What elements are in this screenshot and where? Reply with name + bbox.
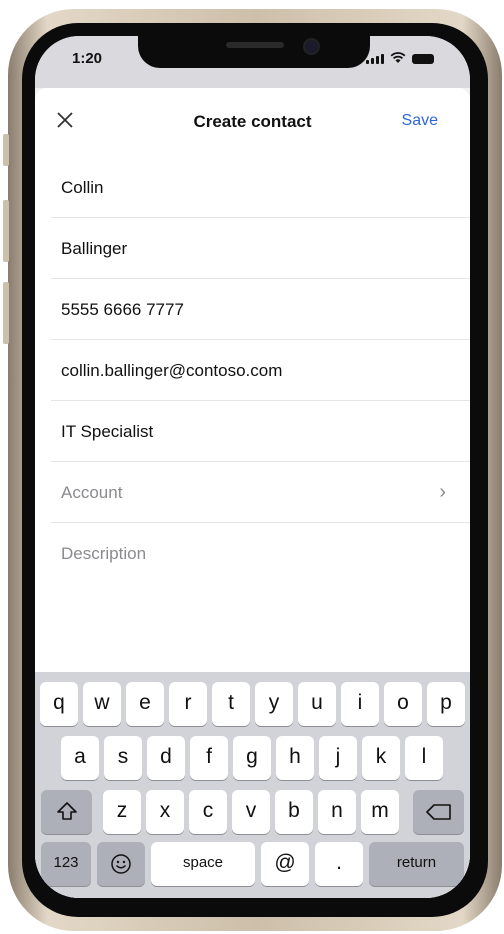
job-title-value: IT Specialist [61, 422, 154, 441]
shift-icon [56, 802, 77, 820]
battery-icon [412, 54, 434, 64]
signal-icon [366, 54, 384, 64]
status-icons [366, 52, 434, 64]
first-name-field[interactable]: Collin [51, 156, 470, 218]
key-x[interactable]: x [146, 790, 184, 834]
camera [303, 38, 320, 55]
key-g[interactable]: g [233, 736, 271, 780]
emoji-icon [111, 854, 131, 874]
key-d[interactable]: d [147, 736, 185, 780]
account-placeholder: Account [61, 483, 123, 502]
key-n[interactable]: n [318, 790, 356, 834]
key-i[interactable]: i [341, 682, 379, 726]
status-time: 1:20 [72, 50, 103, 67]
email-value: collin.ballinger@contoso.com [61, 361, 283, 380]
save-button[interactable]: Save [402, 112, 438, 130]
key-f[interactable]: f [190, 736, 228, 780]
status-bar: 1:20 [35, 36, 470, 88]
key-q[interactable]: q [40, 682, 78, 726]
key-u[interactable]: u [298, 682, 336, 726]
key-k[interactable]: k [362, 736, 400, 780]
job-title-field[interactable]: IT Specialist [51, 400, 470, 462]
key-e[interactable]: e [126, 682, 164, 726]
side-button [3, 282, 9, 344]
delete-key[interactable] [413, 790, 464, 834]
notch [138, 36, 370, 68]
chevron-right-icon: › [439, 481, 446, 503]
description-field[interactable]: Description [51, 522, 470, 642]
emoji-key[interactable] [97, 842, 145, 886]
dot-key[interactable]: . [315, 842, 363, 886]
speaker [226, 42, 284, 48]
last-name-value: Ballinger [61, 239, 128, 258]
space-key[interactable]: space [151, 842, 255, 886]
key-z[interactable]: z [103, 790, 141, 834]
email-field[interactable]: collin.ballinger@contoso.com [51, 339, 470, 401]
phone-field[interactable]: 5555 6666 7777 [51, 278, 470, 340]
delete-icon [425, 804, 451, 820]
phone-value: 5555 6666 7777 [61, 300, 184, 319]
last-name-field[interactable]: Ballinger [51, 217, 470, 279]
numbers-key[interactable]: 123 [41, 842, 91, 886]
key-j[interactable]: j [319, 736, 357, 780]
key-o[interactable]: o [384, 682, 422, 726]
side-button [3, 200, 9, 262]
first-name-value: Collin [61, 178, 104, 197]
account-field[interactable]: Account › [51, 461, 470, 523]
key-w[interactable]: w [83, 682, 121, 726]
description-placeholder: Description [61, 544, 147, 563]
return-key[interactable]: return [369, 842, 464, 886]
key-b[interactable]: b [275, 790, 313, 834]
phone-screen: 1:20 Create contact Save Collin Ballinge… [35, 36, 470, 898]
keyboard: qwertyuiop asdfghjkl zxcvbnm 123 space @… [35, 672, 470, 898]
key-h[interactable]: h [276, 736, 314, 780]
side-button [3, 134, 9, 166]
at-key[interactable]: @ [261, 842, 309, 886]
wifi-icon [390, 52, 406, 63]
key-s[interactable]: s [104, 736, 142, 780]
key-c[interactable]: c [189, 790, 227, 834]
key-v[interactable]: v [232, 790, 270, 834]
key-r[interactable]: r [169, 682, 207, 726]
key-t[interactable]: t [212, 682, 250, 726]
key-p[interactable]: p [427, 682, 465, 726]
key-y[interactable]: y [255, 682, 293, 726]
key-m[interactable]: m [361, 790, 399, 834]
header: Create contact Save [35, 88, 470, 152]
key-l[interactable]: l [405, 736, 443, 780]
key-a[interactable]: a [61, 736, 99, 780]
shift-key[interactable] [41, 790, 92, 834]
